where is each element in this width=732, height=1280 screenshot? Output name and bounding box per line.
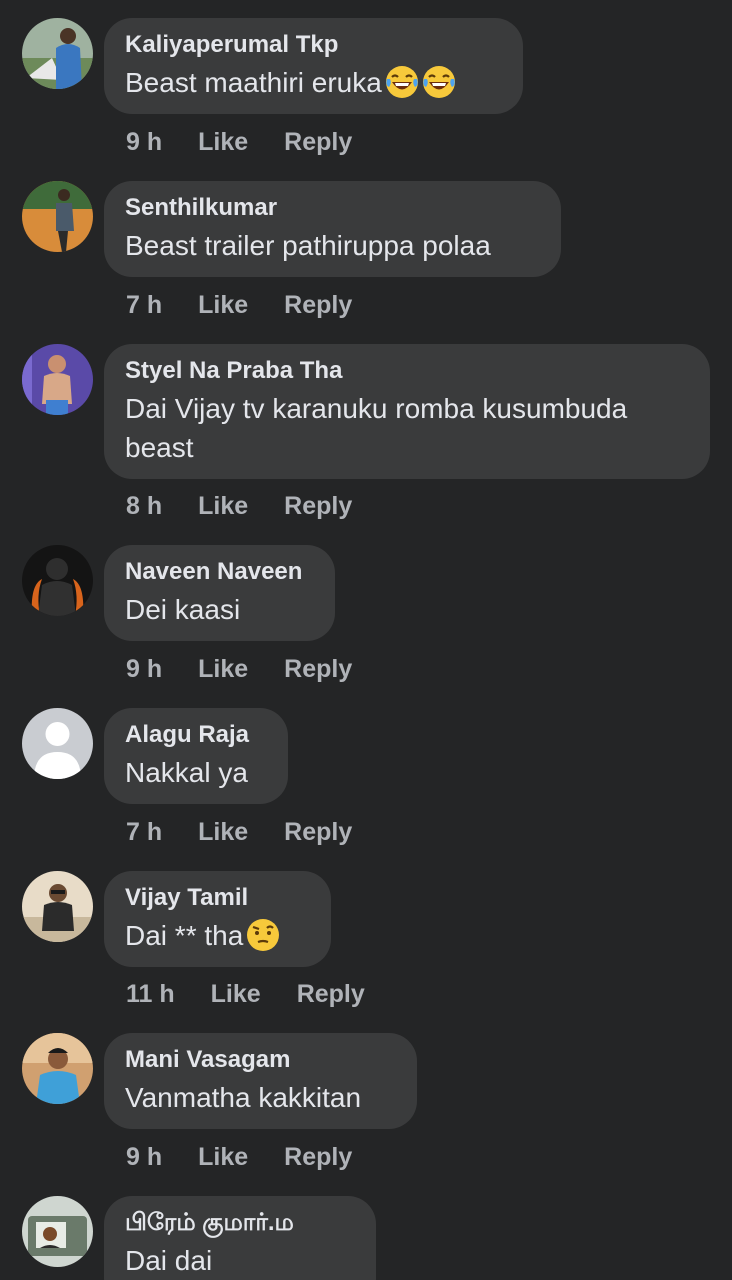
comment-author[interactable]: Mani Vasagam: [125, 1045, 395, 1075]
comment-actions: 11 h Like Reply: [126, 979, 365, 1009]
comment-bubble: Kaliyaperumal Tkp Beast maathiri eruka: [104, 18, 523, 114]
reply-button[interactable]: Reply: [284, 491, 352, 521]
comment-bubble: Senthilkumar Beast trailer pathiruppa po…: [104, 181, 561, 277]
comment-timestamp[interactable]: 7 h: [126, 290, 162, 320]
comment-timestamp[interactable]: 11 h: [126, 979, 175, 1009]
reply-button[interactable]: Reply: [297, 979, 365, 1009]
like-button[interactable]: Like: [198, 654, 248, 684]
comment-bubble: Styel Na Praba Tha Dai Vijay tv karanuku…: [104, 344, 710, 479]
face-with-raised-eyebrow-icon: [246, 918, 280, 962]
comment-actions: 9 h Like Reply: [126, 654, 352, 684]
comment-text: Dai ** tha: [125, 916, 309, 962]
comment-actions: 9 h Like Reply: [126, 127, 352, 157]
like-button[interactable]: Like: [198, 290, 248, 320]
comment-text: Vanmatha kakkitan: [125, 1082, 362, 1113]
avatar[interactable]: [22, 18, 93, 89]
reply-button[interactable]: Reply: [284, 1142, 352, 1172]
comment-timestamp[interactable]: 9 h: [126, 127, 162, 157]
comment-author[interactable]: Naveen Naveen: [125, 557, 313, 587]
reply-button[interactable]: Reply: [284, 127, 352, 157]
avatar[interactable]: [22, 1033, 93, 1104]
comment-text: Beast trailer pathiruppa polaa: [125, 230, 491, 261]
comment-timestamp[interactable]: 7 h: [126, 817, 162, 847]
comment-bubble: Mani Vasagam Vanmatha kakkitan: [104, 1033, 417, 1129]
comment-text: Dai Vijay tv karanuku romba kusumbuda be…: [125, 393, 628, 463]
comment-text: Nakkal ya: [125, 757, 248, 788]
face-with-tears-of-joy-icon: [422, 65, 456, 109]
comment-author[interactable]: Kaliyaperumal Tkp: [125, 30, 501, 60]
avatar[interactable]: [22, 344, 93, 415]
comment-author[interactable]: Alagu Raja: [125, 720, 266, 750]
comment-bubble: Vijay Tamil Dai ** tha: [104, 871, 331, 967]
comment-author[interactable]: Senthilkumar: [125, 193, 539, 223]
face-with-tears-of-joy-icon: [385, 65, 419, 109]
avatar[interactable]: [22, 871, 93, 942]
comment-text: Dei kaasi: [125, 594, 241, 625]
comment-actions: 7 h Like Reply: [126, 817, 352, 847]
reply-button[interactable]: Reply: [284, 290, 352, 320]
like-button[interactable]: Like: [211, 979, 261, 1009]
comment-text: Beast maathiri eruka: [125, 63, 501, 109]
avatar[interactable]: [22, 181, 93, 252]
comment-actions: 8 h Like Reply: [126, 491, 352, 521]
comment-bubble: Naveen Naveen Dei kaasi: [104, 545, 335, 641]
comment-text-body: Dai ** tha: [125, 920, 244, 951]
comment-text-body: Beast maathiri eruka: [125, 67, 382, 98]
like-button[interactable]: Like: [198, 817, 248, 847]
comment-timestamp[interactable]: 9 h: [126, 654, 162, 684]
reply-button[interactable]: Reply: [284, 817, 352, 847]
comment-author[interactable]: பிரேம் குமார்.ம: [125, 1208, 354, 1238]
comment-actions: 9 h Like Reply: [126, 1142, 352, 1172]
comment-actions: 7 h Like Reply: [126, 290, 352, 320]
like-button[interactable]: Like: [198, 127, 248, 157]
comment-bubble: பிரேம் குமார்.ம Dai dai: [104, 1196, 376, 1280]
avatar[interactable]: [22, 1196, 93, 1267]
comment-text: Dai dai: [125, 1245, 213, 1276]
reply-button[interactable]: Reply: [284, 654, 352, 684]
comment-timestamp[interactable]: 8 h: [126, 491, 162, 521]
like-button[interactable]: Like: [198, 491, 248, 521]
comment-bubble: Alagu Raja Nakkal ya: [104, 708, 288, 804]
comment-author[interactable]: Styel Na Praba Tha: [125, 356, 688, 386]
like-button[interactable]: Like: [198, 1142, 248, 1172]
avatar[interactable]: [22, 545, 93, 616]
avatar[interactable]: [22, 708, 93, 779]
comment: பிரேம் குமார்.ம Dai dai: [0, 1196, 732, 1280]
comment-author[interactable]: Vijay Tamil: [125, 883, 309, 913]
comment-timestamp[interactable]: 9 h: [126, 1142, 162, 1172]
